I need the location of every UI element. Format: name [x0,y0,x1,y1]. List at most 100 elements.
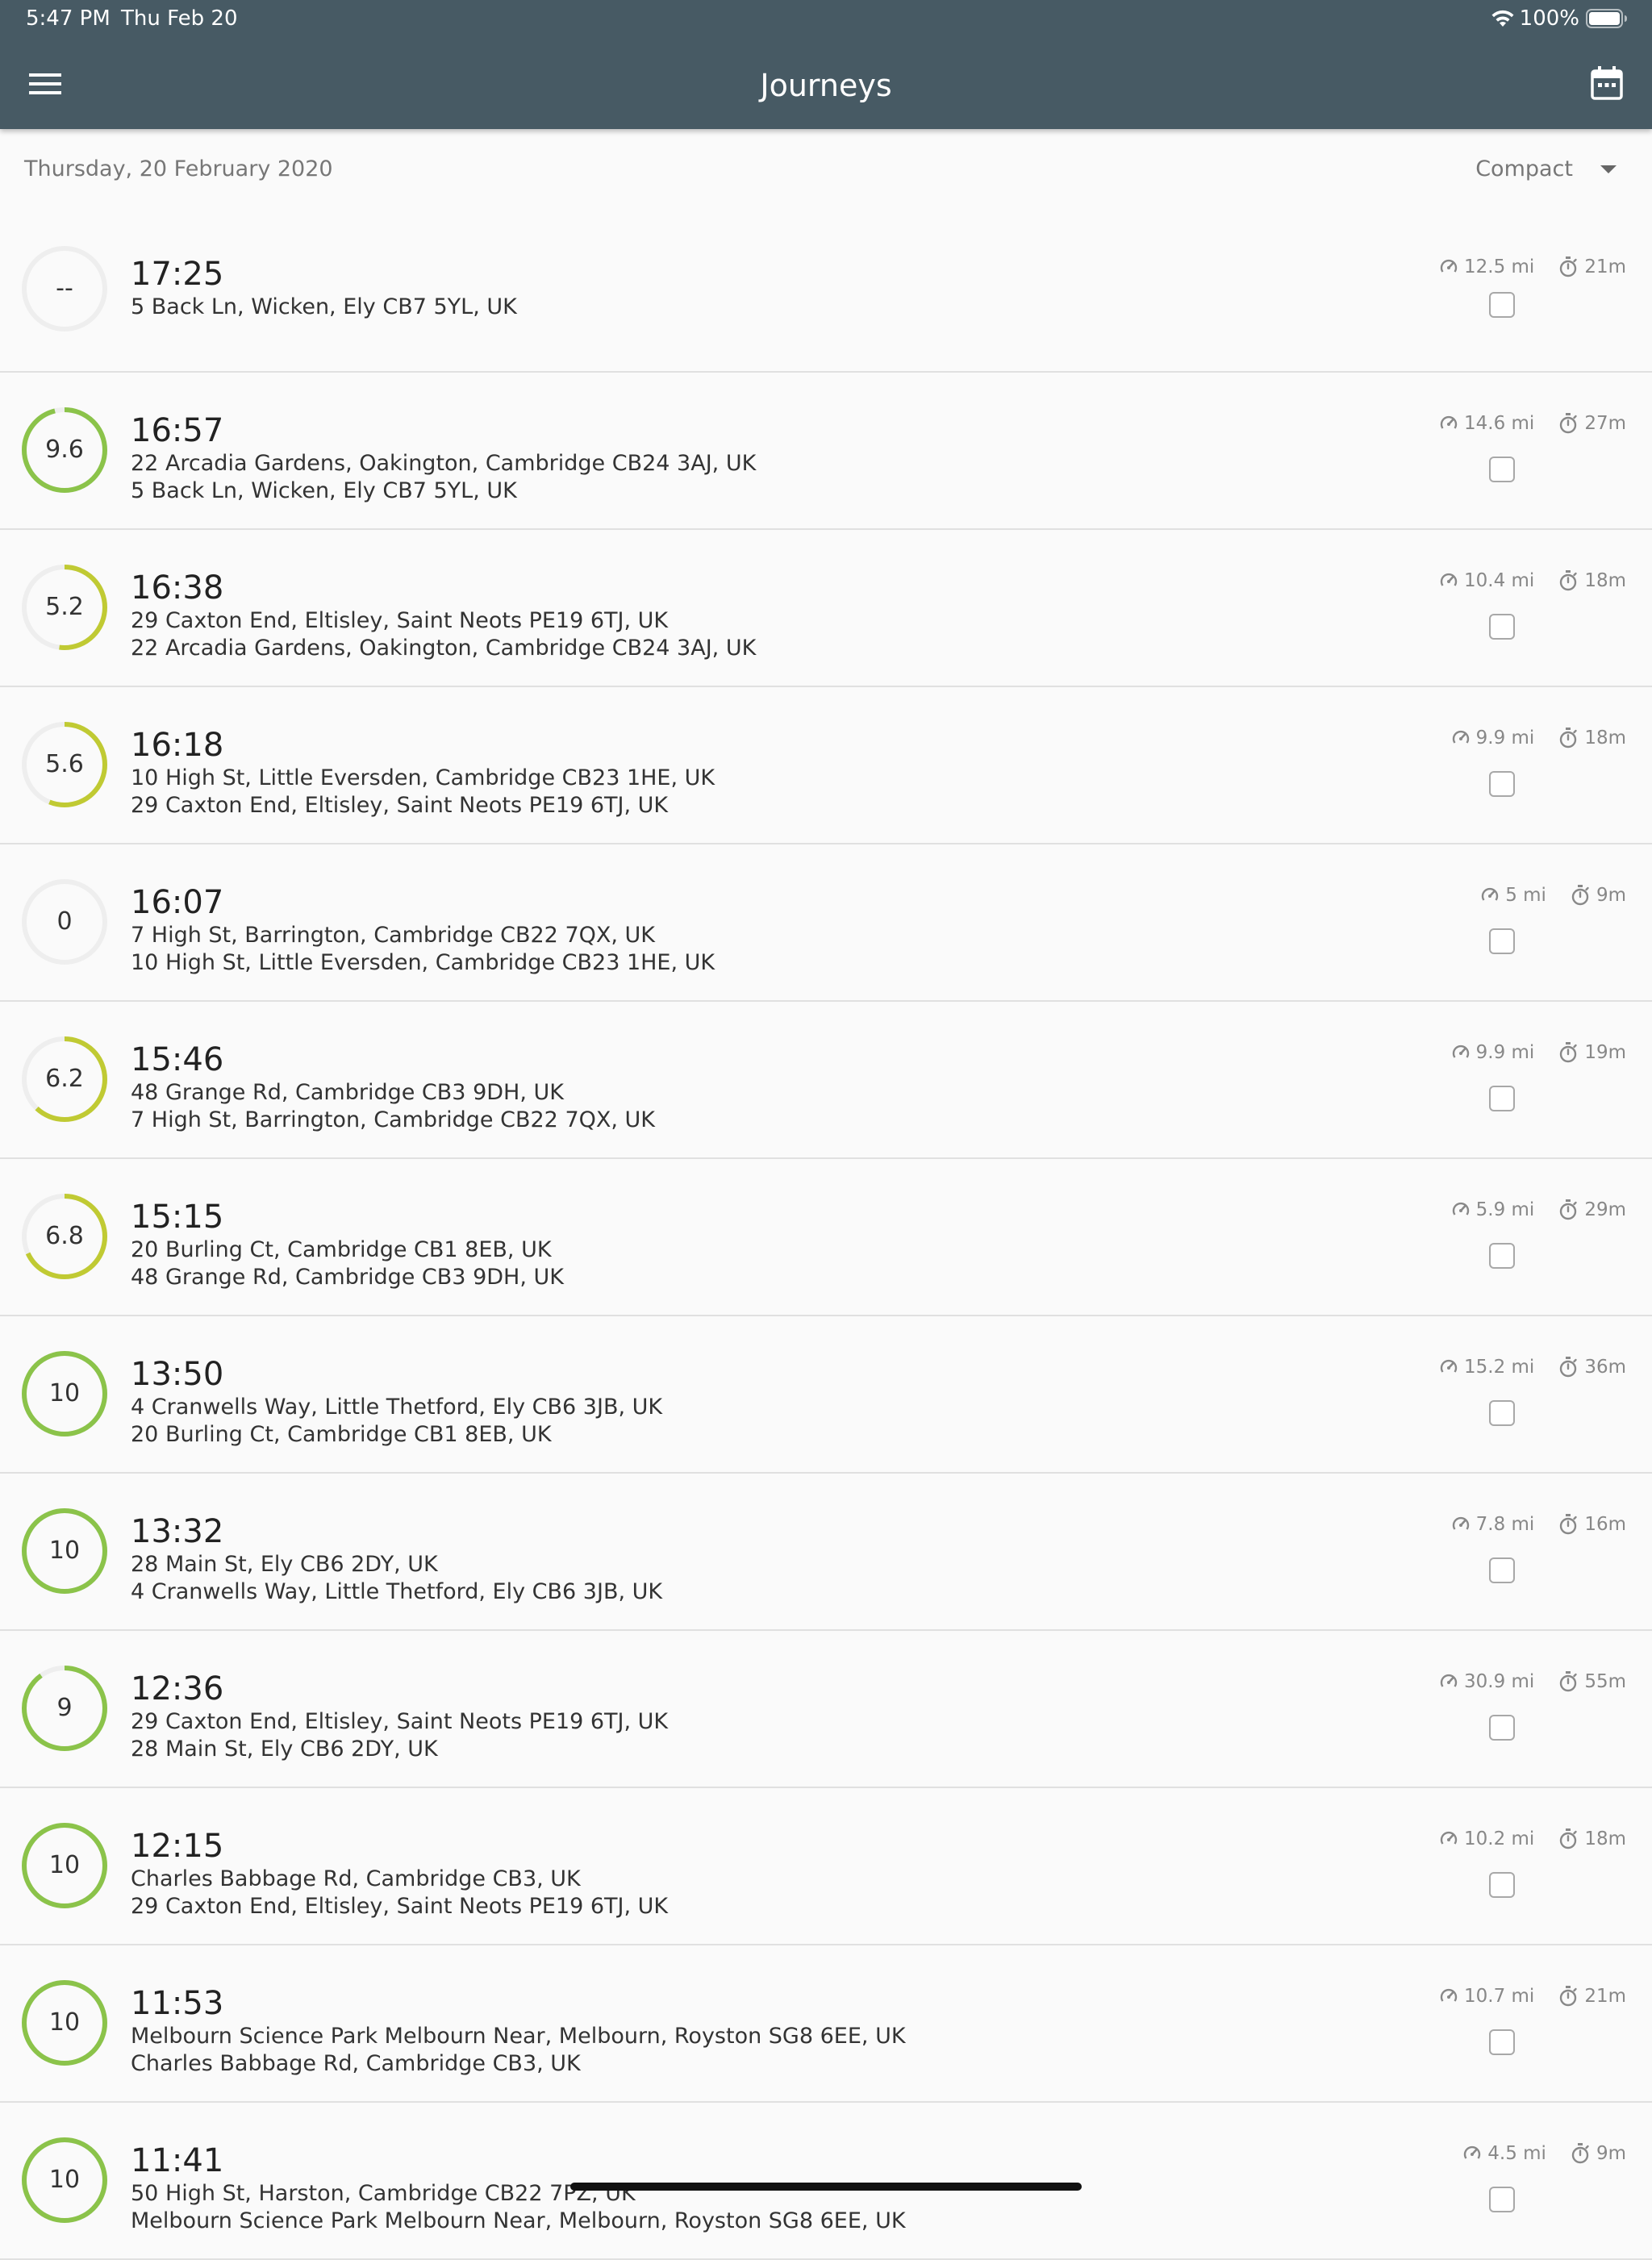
journey-checkbox[interactable] [1489,1557,1515,1583]
journey-distance: 9.9 mi [1475,1042,1535,1063]
journey-item[interactable]: 9 12:36 29 Caxton End, Eltisley, Saint N… [0,1631,1652,1788]
journey-to-address: Melbourn Science Park Melbourn Near, Mel… [131,2208,906,2233]
journey-time: 17:25 [131,256,224,293]
journey-checkbox[interactable] [1489,1243,1515,1269]
journey-item[interactable]: 10 13:32 28 Main St, Ely CB6 2DY, UK 4 C… [0,1474,1652,1631]
journey-item[interactable]: 6.2 15:46 48 Grange Rd, Cambridge CB3 9D… [0,1002,1652,1159]
journey-item[interactable]: 5.6 16:18 10 High St, Little Eversden, C… [0,687,1652,844]
journey-item[interactable]: -- 17:25 5 Back Ln, Wicken, Ely CB7 5YL,… [0,210,1652,373]
score-value: 6.2 [45,1065,84,1093]
battery-icon [1586,9,1627,28]
journey-checkbox[interactable] [1489,928,1515,954]
journey-checkbox[interactable] [1489,1715,1515,1741]
journey-time: 15:15 [131,1199,224,1236]
journey-item[interactable]: 10 13:50 4 Cranwells Way, Little Thetfor… [0,1316,1652,1474]
score-value: 9 [56,1694,73,1722]
journey-duration: 18m [1584,1828,1626,1849]
journey-distance: 4.5 mi [1487,2143,1546,2164]
journey-meta: 10.4 mi 18m [1440,569,1626,593]
journey-distance: 12.5 mi [1464,256,1535,277]
journey-checkbox[interactable] [1489,771,1515,797]
calendar-icon[interactable] [1591,66,1623,100]
journey-list: -- 17:25 5 Back Ln, Wicken, Ely CB7 5YL,… [0,210,1652,2260]
speedometer-icon [1452,1202,1469,1215]
journey-to-address: 5 Back Ln, Wicken, Ely CB7 5YL, UK [131,478,517,503]
journey-from-address: 4 Cranwells Way, Little Thetford, Ely CB… [131,1395,663,1420]
journey-item[interactable]: 5.2 16:38 29 Caxton End, Eltisley, Saint… [0,530,1652,687]
score-value: 0 [56,907,73,936]
journey-checkbox[interactable] [1489,614,1515,640]
score-ring: 10 [19,1978,110,2068]
journey-time: 16:57 [131,412,224,449]
speedometer-icon [1440,1831,1458,1845]
journey-item[interactable]: 10 11:53 Melbourn Science Park Melbourn … [0,1945,1652,2103]
journey-duration: 18m [1584,570,1626,591]
journey-time: 16:38 [131,569,224,607]
journey-from-address: Charles Babbage Rd, Cambridge CB3, UK [131,1866,581,1891]
journey-from-address: 28 Main St, Ely CB6 2DY, UK [131,1552,438,1577]
journey-checkbox[interactable] [1489,1872,1515,1898]
score-ring: 9 [19,1663,110,1753]
journey-from-address: 22 Arcadia Gardens, Oakington, Cambridge… [131,451,757,476]
score-value: 10 [48,2166,81,2194]
score-value: 10 [48,1851,81,1879]
journey-time: 12:15 [131,1828,224,1865]
score-ring: 10 [19,1349,110,1439]
journey-distance: 10.4 mi [1464,570,1535,591]
score-value: -- [56,274,73,302]
score-ring: 10 [19,1506,110,1596]
journey-meta: 9.9 mi 18m [1452,726,1626,750]
journey-to-address: 7 High St, Barrington, Cambridge CB22 7Q… [131,1107,656,1132]
journey-distance: 10.7 mi [1464,1986,1535,2007]
journey-distance: 15.2 mi [1464,1357,1535,1378]
journey-checkbox[interactable] [1489,1086,1515,1111]
journey-duration: 27m [1584,413,1626,434]
score-value: 5.2 [45,593,84,621]
stopwatch-icon [1560,1828,1578,1849]
stopwatch-icon [1560,1986,1578,2007]
score-ring: 6.8 [19,1191,110,1282]
status-time: 5:47 PM [26,6,111,31]
journey-to-address: 20 Burling Ct, Cambridge CB1 8EB, UK [131,1422,552,1447]
journey-item[interactable]: 9.6 16:57 22 Arcadia Gardens, Oakington,… [0,373,1652,530]
score-value: 10 [48,1537,81,1565]
journey-meta: 5 mi 9m [1481,883,1626,907]
journey-from-address: 10 High St, Little Eversden, Cambridge C… [131,765,715,790]
journey-item[interactable]: 6.8 15:15 20 Burling Ct, Cambridge CB1 8… [0,1159,1652,1316]
journey-to-address: Charles Babbage Rd, Cambridge CB3, UK [131,2051,581,2076]
date-label: Thursday, 20 February 2020 [24,156,333,181]
home-indicator[interactable] [570,2183,1082,2191]
journey-item[interactable]: 10 12:15 Charles Babbage Rd, Cambridge C… [0,1788,1652,1945]
page-title: Journeys [760,68,892,103]
view-mode-label: Compact [1475,156,1573,181]
journey-checkbox[interactable] [1489,2187,1515,2212]
view-mode-dropdown[interactable]: Compact [1475,155,1617,184]
journey-duration: 19m [1584,1042,1626,1063]
journey-to-address: 28 Main St, Ely CB6 2DY, UK [131,1737,438,1762]
journey-checkbox[interactable] [1489,2029,1515,2055]
journey-meta: 30.9 mi 55m [1440,1670,1626,1694]
journey-distance: 14.6 mi [1464,413,1535,434]
score-value: 6.8 [45,1222,84,1250]
journey-duration: 16m [1584,1514,1626,1535]
journey-checkbox[interactable] [1489,457,1515,482]
journey-time: 16:07 [131,884,224,921]
journey-distance: 7.8 mi [1475,1514,1535,1535]
journey-meta: 5.9 mi 29m [1452,1198,1626,1222]
journey-duration: 21m [1584,256,1626,277]
journey-meta: 10.2 mi 18m [1440,1827,1626,1851]
journey-checkbox[interactable] [1489,292,1515,318]
stopwatch-icon [1560,1514,1578,1535]
stopwatch-icon [1560,413,1578,434]
status-indicators: 100% [1491,6,1628,31]
journey-from-address: Melbourn Science Park Melbourn Near, Mel… [131,2024,906,2049]
chevron-down-icon [1600,165,1617,173]
journey-item[interactable]: 10 11:41 50 High St, Harston, Cambridge … [0,2103,1652,2260]
speedometer-icon [1440,1674,1458,1687]
journey-distance: 9.9 mi [1475,728,1535,748]
journey-item[interactable]: 0 16:07 7 High St, Barrington, Cambridge… [0,844,1652,1002]
speedometer-icon [1452,1516,1469,1530]
speedometer-icon [1440,1359,1458,1373]
journey-meta: 4.5 mi 9m [1463,2141,1626,2166]
journey-checkbox[interactable] [1489,1400,1515,1426]
